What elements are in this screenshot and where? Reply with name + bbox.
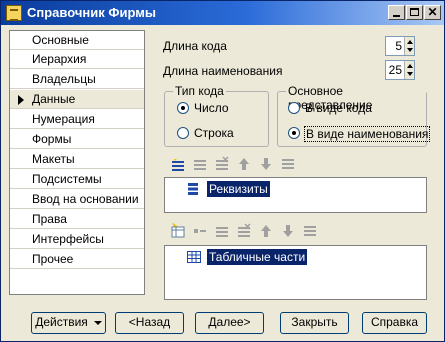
nav-item-rights[interactable]: Права [10,210,144,229]
nav-item-label: Основные [32,33,89,47]
close-button[interactable]: ✕ [424,5,441,20]
nav-item-input-based[interactable]: Ввод на основании [10,190,144,209]
nav-item-label: Прочее [32,252,74,266]
maximize-icon [410,8,419,16]
move-up-icon[interactable] [257,223,275,241]
radio-label: В виде наименования [304,126,431,142]
maximize-button[interactable] [406,5,423,20]
catalog-window: Справочник Фирмы ✕ Основные Иерархия Вла… [0,0,445,342]
spinner-arrows[interactable] [404,61,414,79]
nav-item-label: Иерархия [32,52,87,66]
close-label: Закрыть [291,315,338,329]
code-length-spinner[interactable]: 5 [385,36,415,56]
radio-label: Число [194,101,229,115]
close-dialog-button[interactable]: Закрыть [280,312,349,334]
nav-item-label: Подсистемы [32,172,102,186]
selected-arrow-icon [18,95,24,105]
attributes-list[interactable]: Реквизиты [164,177,427,213]
spin-down-icon [407,48,413,52]
tabular-toolbar [169,222,329,241]
table-icon [187,250,201,264]
nav-item-numbering[interactable]: Нумерация [10,110,144,129]
nav-item-label: Владельцы [32,72,96,86]
catalog-icon [6,5,22,21]
move-up-icon[interactable] [235,156,253,174]
tabular-parts-label: Табличные части [207,249,308,265]
code-length-label: Длина кода [163,39,227,53]
nav-item-hierarchy[interactable]: Иерархия [10,50,144,69]
help-button[interactable]: Справка [362,312,427,334]
code-type-title: Тип кода [173,84,226,98]
add-attribute-icon[interactable] [169,156,187,174]
nav-item-label: Макеты [32,152,75,166]
help-label: Справка [370,315,419,329]
nav-item-main[interactable]: Основные [10,31,144,50]
attributes-list-icon [187,182,201,196]
nav-item-other[interactable]: Прочее [10,250,144,269]
nav-item-label: Формы [32,132,72,146]
name-length-value: 25 [388,63,402,77]
add-tabular-part-icon[interactable] [169,222,187,241]
nav-item-label: Ввод на основании [32,192,139,206]
move-down-icon[interactable] [257,156,275,174]
copy-tabular-icon[interactable] [213,223,231,241]
sort-icon[interactable] [279,156,297,174]
nav-item-owners[interactable]: Владельцы [10,70,144,89]
spin-down-icon [407,72,413,76]
nav-item-subsystems[interactable]: Подсистемы [10,170,144,189]
nav-item-layouts[interactable]: Макеты [10,150,144,169]
next-button[interactable]: Далее> [195,312,264,334]
spinner-arrows[interactable] [404,37,414,55]
radio-circle [177,102,189,114]
title-bar: Справочник Фирмы ✕ [1,1,444,25]
delete-attribute-icon[interactable] [213,156,231,174]
nav-item-label: Права [32,212,67,226]
code-type-group: Тип кода Число Строка [164,84,269,147]
nav-item-forms[interactable]: Формы [10,130,144,149]
minimize-icon [393,15,400,17]
back-button[interactable]: <Назад [115,312,184,334]
name-length-spinner[interactable]: 25 [385,60,415,80]
sort-icon[interactable] [301,223,319,241]
move-down-icon[interactable] [279,223,297,241]
nav-item-label: Нумерация [32,112,95,126]
spin-up-icon [407,64,413,68]
nav-item-interfaces[interactable]: Интерфейсы [10,230,144,249]
radio-circle [288,127,300,139]
actions-button[interactable]: Действия [31,312,106,334]
tabular-parts-list[interactable]: Табличные части [164,245,427,300]
main-presentation-group: Основное представление В виде кода В вид… [277,84,431,147]
attributes-toolbar [169,156,329,174]
actions-label: Действия [35,315,88,329]
section-nav: Основные Иерархия Владельцы Данные Нумер… [9,30,145,295]
spin-up-icon [407,40,413,44]
next-label: Далее> [208,315,251,329]
delete-tabular-icon[interactable] [235,223,253,241]
radio-label: Строка [194,126,234,140]
close-icon: ✕ [427,5,438,19]
nav-item-label: Данные [32,92,76,106]
add-column-icon[interactable] [191,223,209,241]
chevron-down-icon [93,320,102,325]
copy-attribute-icon[interactable] [191,156,209,174]
window-title: Справочник Фирмы [27,5,156,20]
attributes-label: Реквизиты [207,181,270,197]
nav-item-label: Интерфейсы [32,232,104,246]
radio-circle [177,127,189,139]
minimize-button[interactable] [388,5,405,20]
name-length-label: Длина наименования [163,64,283,78]
code-length-value: 5 [395,39,402,53]
nav-item-data[interactable]: Данные [10,90,144,109]
radio-circle [288,102,300,114]
radio-label: В виде кода [305,101,372,115]
back-label: <Назад [128,315,171,329]
